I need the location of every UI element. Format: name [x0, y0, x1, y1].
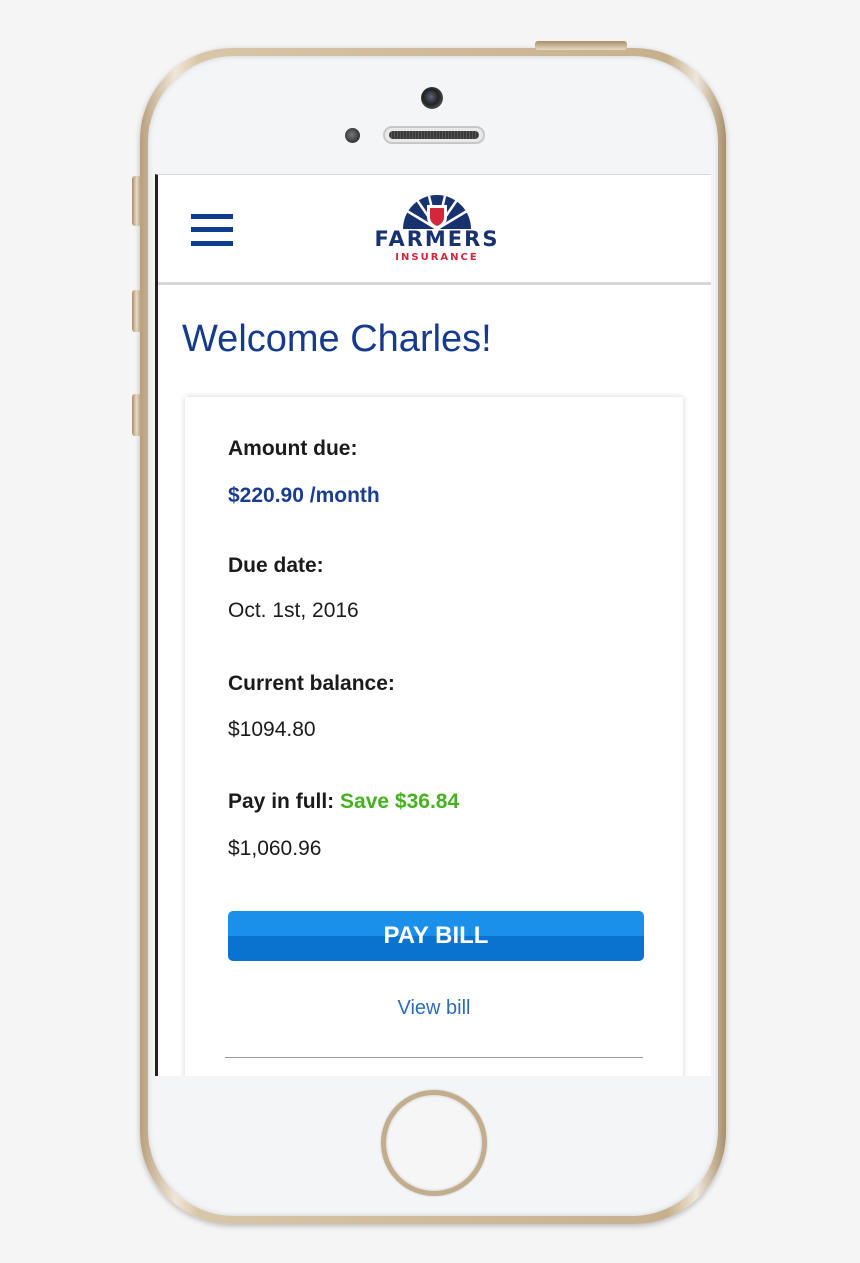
due-date-value: Oct. 1st, 2016 — [228, 599, 359, 622]
page-title: Welcome Charles! — [182, 318, 492, 360]
pay-bill-button[interactable]: PAY BILL — [228, 911, 644, 961]
logo-subtitle: INSURANCE — [395, 252, 479, 263]
home-button[interactable] — [381, 1090, 487, 1196]
pay-in-full-row: Pay in full: Save $36.84 — [228, 790, 459, 814]
pay-in-full-label: Pay in full: — [228, 790, 335, 813]
pay-in-full-value: $1,060.96 — [228, 837, 322, 860]
divider — [225, 1057, 643, 1058]
app-header: FARMERS INSURANCE — [158, 175, 711, 285]
power-button — [535, 41, 627, 50]
volume-down-button — [132, 394, 141, 436]
savings-amount: Save $36.84 — [340, 790, 460, 813]
hamburger-menu-icon[interactable] — [191, 212, 235, 248]
app-screen: FARMERS INSURANCE Welcome Charles! Amoun… — [155, 174, 711, 1076]
current-balance-value: $1094.80 — [228, 718, 316, 741]
farmers-insurance-logo[interactable]: FARMERS INSURANCE — [363, 189, 511, 269]
logo-wordmark: FARMERS — [374, 227, 500, 251]
mute-switch — [132, 176, 141, 226]
current-balance-label: Current balance: — [228, 672, 395, 695]
proximity-sensor — [345, 128, 360, 143]
earpiece-speaker — [383, 126, 485, 144]
due-date-label: Due date: — [228, 554, 324, 577]
farmers-shield-icon — [403, 195, 471, 231]
amount-due-value: $220.90 /month — [228, 484, 380, 507]
volume-up-button — [132, 290, 141, 332]
view-bill-link[interactable]: View bill — [185, 997, 683, 1020]
billing-card: Amount due: $220.90 /month Due date: Oct… — [185, 397, 683, 1076]
amount-due-label: Amount due: — [228, 437, 358, 460]
front-camera — [421, 87, 443, 109]
